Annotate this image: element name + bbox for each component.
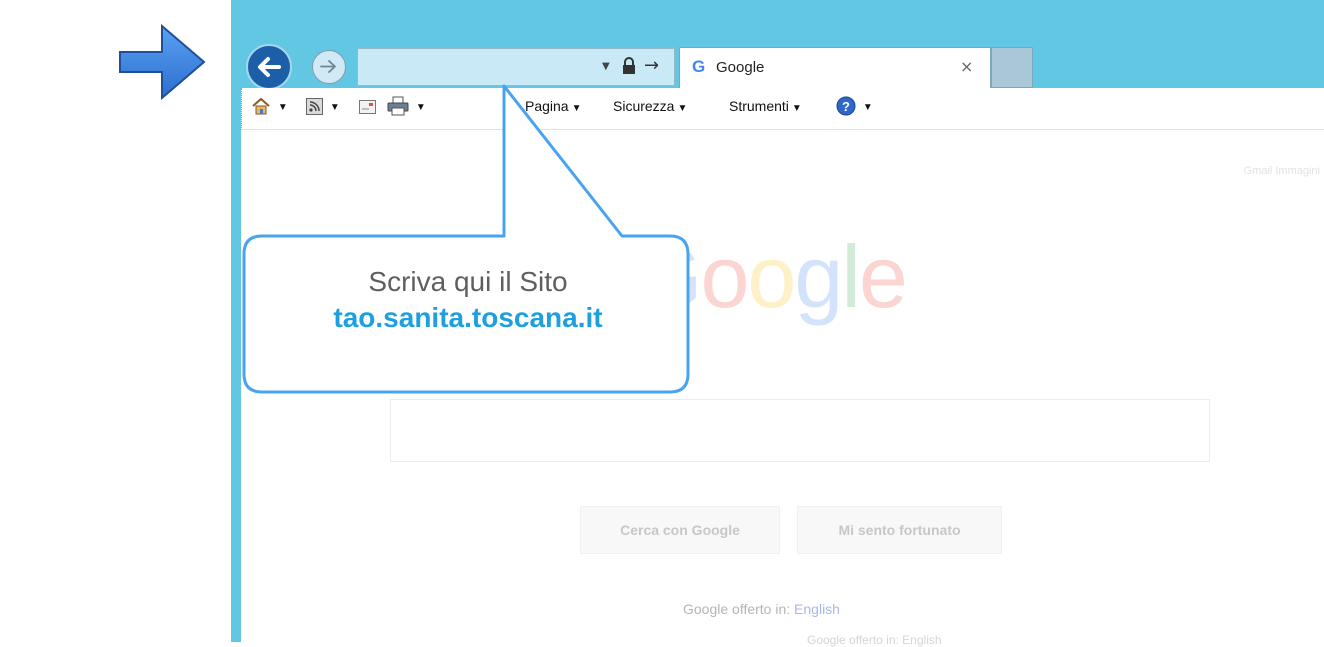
menu-strumenti-label: Strumenti (729, 98, 789, 114)
print-button[interactable]: ▼ (387, 96, 426, 116)
address-bar[interactable]: ▼ → (357, 48, 675, 86)
menu-pagina-label: Pagina (525, 98, 569, 114)
strumenti-dropdown-icon: ▼ (791, 103, 802, 114)
menu-sicurezza-label: Sicurezza (613, 98, 675, 114)
feeds-icon (306, 97, 323, 115)
language-offer: Google offerto in: English (683, 601, 840, 617)
callout-instruction: Scriva qui il Sito (368, 266, 568, 297)
google-favicon-icon: G (692, 57, 706, 76)
help-icon: ? (836, 96, 856, 116)
tab-google[interactable]: G Google × (679, 47, 991, 88)
page-content: Gmail Immagini Google Cerca con Google M… (241, 131, 1324, 647)
mail-icon (359, 100, 376, 115)
sicurezza-dropdown-icon: ▼ (677, 103, 688, 114)
browser-frame-edge (231, 88, 241, 642)
command-bar: ▼ ▼ ▼ Pagina ▼ Sicurezza ▼ Strumenti ▼ ?… (241, 88, 1324, 130)
lock-icon[interactable] (622, 57, 636, 75)
pointer-arrow-icon (119, 23, 206, 101)
address-dropdown-icon[interactable]: ▼ (602, 61, 610, 72)
help-button[interactable]: ? ▼ (836, 96, 873, 116)
pagina-dropdown-icon: ▼ (571, 103, 582, 114)
new-tab-button[interactable] (991, 47, 1033, 88)
tab-title: Google (716, 59, 765, 76)
google-search-button[interactable]: Cerca con Google (580, 506, 780, 554)
callout-text: Scriva qui il Sito tao.sanita.toscana.it (245, 264, 691, 336)
back-arrow-icon (258, 57, 281, 77)
help-dropdown-icon[interactable]: ▼ (863, 102, 873, 113)
offered-in-label: Google offerto in: (683, 601, 791, 617)
callout-site-url: tao.sanita.toscana.it (333, 302, 603, 333)
tab-close-icon[interactable]: × (960, 57, 973, 76)
menu-strumenti[interactable]: Strumenti ▼ (729, 98, 802, 114)
back-button[interactable] (246, 44, 292, 90)
language-link-english[interactable]: English (794, 601, 840, 617)
forward-button[interactable] (312, 50, 346, 84)
google-search-box[interactable] (390, 399, 1213, 463)
feeds-dropdown-icon[interactable]: ▼ (330, 102, 340, 113)
menu-sicurezza[interactable]: Sicurezza ▼ (613, 98, 687, 114)
lucky-button[interactable]: Mi sento fortunato (797, 506, 1002, 554)
menu-pagina[interactable]: Pagina ▼ (525, 98, 582, 114)
top-right-links[interactable]: Gmail Immagini (1244, 165, 1320, 177)
address-input[interactable] (360, 51, 584, 83)
forward-arrow-icon (320, 60, 336, 73)
go-arrow-icon[interactable]: → (644, 55, 659, 76)
home-button[interactable]: ▼ (251, 96, 288, 116)
footer-faint-text: Google offerto in: English (807, 633, 942, 647)
home-icon (252, 97, 270, 115)
print-dropdown-icon[interactable]: ▼ (416, 102, 426, 113)
mail-button[interactable] (359, 98, 376, 115)
google-search-input[interactable] (391, 400, 1213, 463)
home-dropdown-icon[interactable]: ▼ (278, 102, 288, 113)
svg-text:?: ? (842, 99, 850, 114)
feeds-button[interactable]: ▼ (306, 97, 340, 115)
printer-icon (387, 96, 409, 116)
